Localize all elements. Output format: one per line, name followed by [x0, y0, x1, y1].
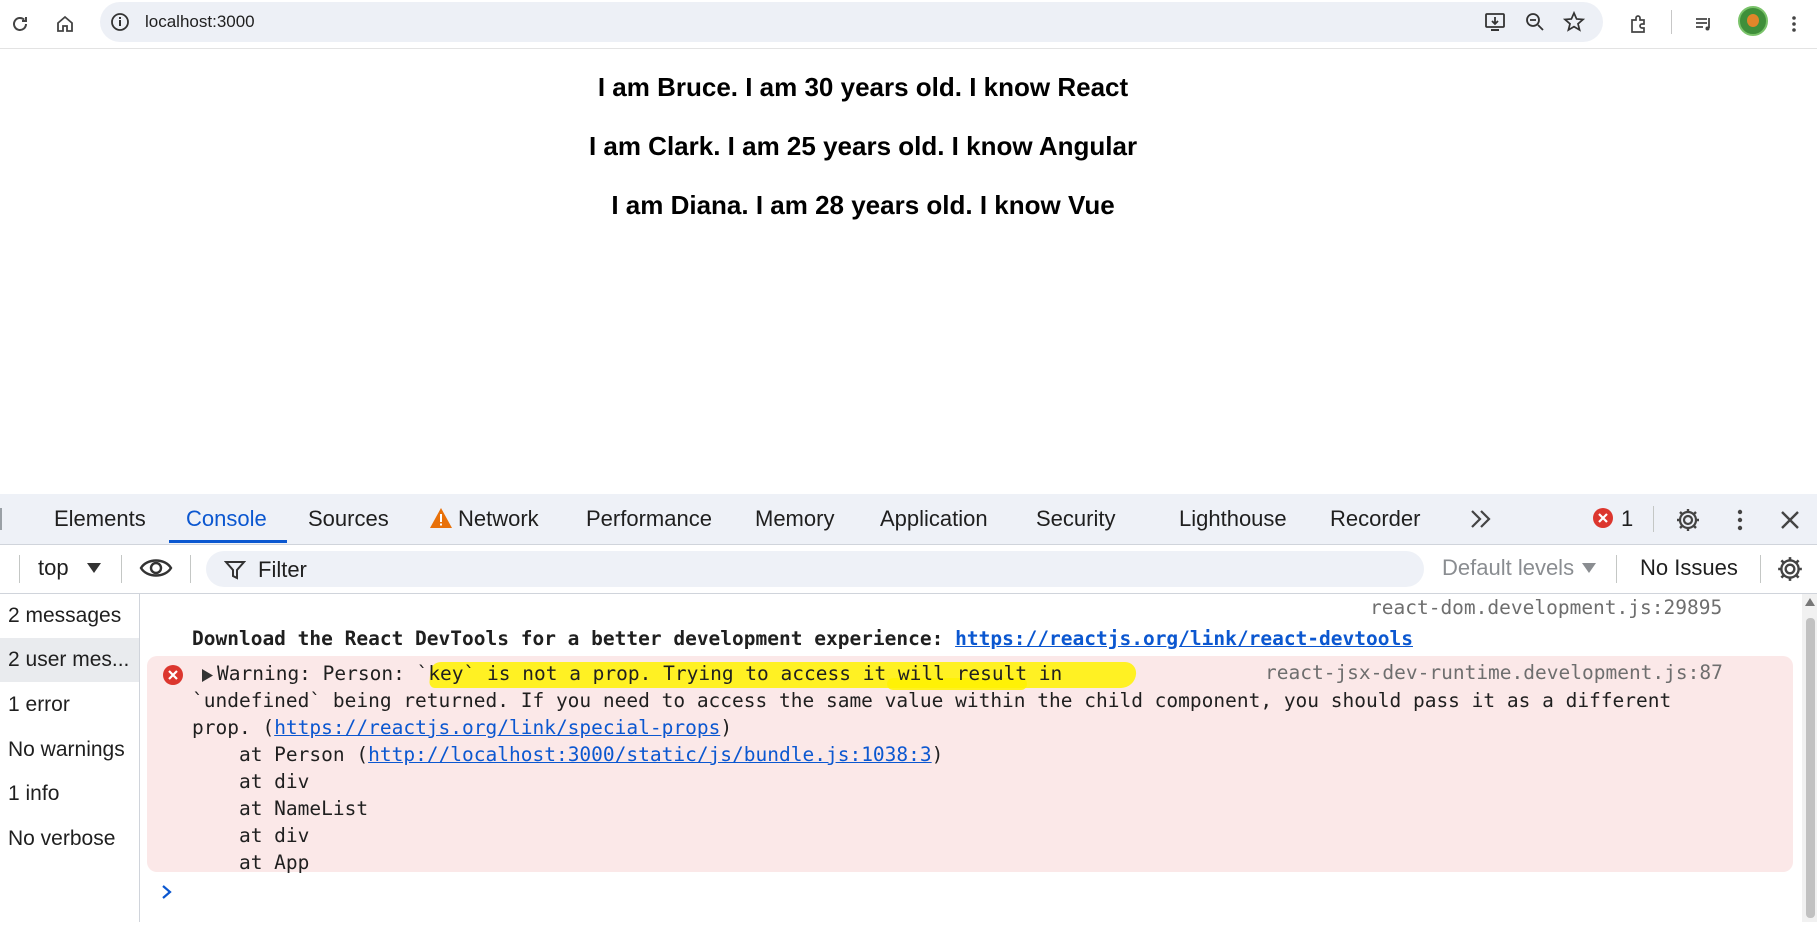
tab-application[interactable]: Application	[880, 494, 988, 544]
context-selector[interactable]: top	[38, 555, 69, 581]
stack-frame: at NameList	[192, 797, 369, 820]
log-source-link[interactable]: react-dom.development.js:29895	[1370, 596, 1722, 619]
stack-frame: at div	[192, 824, 310, 847]
filter-bar-separator	[121, 555, 122, 583]
stack-frame-person: at Person (http://localhost:3000/static/…	[192, 741, 943, 768]
error-line-suffix: )	[720, 716, 733, 739]
tab-performance[interactable]: Performance	[586, 494, 712, 544]
console-filter-bar: top Filter Default levels No Issues	[0, 545, 1817, 594]
error-line: `undefined` being returned. If you need …	[192, 689, 1672, 712]
error-line: Warning: Person: `key` is not a prop. Tr…	[217, 662, 1063, 685]
home-icon[interactable]	[49, 8, 81, 40]
sidebar-item-messages[interactable]: 2 messages	[0, 594, 139, 638]
sidebar-item-info[interactable]: 1 info	[0, 772, 139, 816]
menu-kebab-icon[interactable]	[1778, 8, 1810, 40]
log-levels-dropdown[interactable]: Default levels	[1442, 555, 1574, 581]
person-line-diana: I am Diana. I am 28 years old. I know Vu…	[611, 190, 1115, 220]
issues-counter[interactable]: No Issues	[1640, 555, 1738, 581]
special-props-link[interactable]: https://reactjs.org/link/special-props	[274, 716, 720, 739]
log-message-text: Download the React DevTools for a better…	[192, 627, 956, 650]
live-expression-eye-icon[interactable]	[139, 554, 173, 582]
network-warning-icon	[430, 508, 452, 528]
filter-bar-separator	[1616, 555, 1617, 583]
devtools-tab-bar: Elements Console Sources Network Perform…	[0, 494, 1817, 545]
person-line-bruce: I am Bruce. I am 30 years old. I know Re…	[597, 72, 1129, 102]
bundle-js-link[interactable]: http://localhost:3000/static/js/bundle.j…	[368, 743, 932, 766]
person-line-clark: I am Clark. I am 25 years old. I know An…	[588, 131, 1138, 161]
tab-security[interactable]: Security	[1036, 494, 1115, 544]
zoom-icon[interactable]	[1524, 11, 1546, 33]
toolbar-separator	[1671, 10, 1672, 34]
tab-lighthouse[interactable]: Lighthouse	[1179, 494, 1287, 544]
devtools-panel: Elements Console Sources Network Perform…	[0, 494, 1817, 922]
sidebar-item-verbose[interactable]: No verbose	[0, 817, 139, 861]
filter-input[interactable]: Filter	[206, 551, 1424, 587]
close-devtools-icon[interactable]	[1777, 507, 1803, 533]
dock-edge[interactable]	[0, 508, 2, 530]
customize-kebab-icon[interactable]	[1727, 507, 1753, 533]
error-text: Warning: Person: `key` is not a prop. Tr…	[147, 656, 1793, 926]
context-dropdown-icon[interactable]	[87, 563, 101, 573]
sidebar-item-user-messages[interactable]: 2 user mes...	[0, 638, 139, 682]
console-output: react-dom.development.js:29895 Download …	[140, 594, 1800, 922]
stack-frame-prefix: at Person (	[192, 743, 369, 766]
sidebar-item-errors[interactable]: 1 error	[0, 683, 139, 727]
active-tab-indicator	[169, 540, 287, 543]
tab-network[interactable]: Network	[458, 494, 539, 544]
more-tabs-chevron-icon[interactable]	[1468, 507, 1494, 531]
browser-toolbar: localhost:3000	[0, 0, 1817, 49]
media-controls-icon[interactable]	[1688, 8, 1720, 40]
tab-console[interactable]: Console	[186, 494, 267, 544]
tab-memory[interactable]: Memory	[755, 494, 834, 544]
filter-bar-separator	[1760, 555, 1761, 583]
reload-icon[interactable]	[4, 8, 36, 40]
console-sidebar: 2 messages 2 user mes... 1 error No warn…	[0, 594, 140, 922]
error-count-icon[interactable]	[1592, 507, 1614, 529]
console-prompt-chevron-icon[interactable]	[160, 883, 174, 901]
devtools-link[interactable]: https://reactjs.org/link/react-devtools	[955, 627, 1413, 650]
tab-sources[interactable]: Sources	[308, 494, 389, 544]
profile-avatar[interactable]	[1738, 6, 1768, 36]
console-scrollbar-thumb[interactable]	[1806, 618, 1815, 918]
error-count[interactable]: 1	[1621, 506, 1633, 532]
extensions-icon[interactable]	[1622, 8, 1654, 40]
scroll-up-arrow-icon[interactable]	[1805, 598, 1815, 606]
stack-frame: at App	[192, 851, 310, 874]
error-line-prefix: prop. (	[192, 716, 275, 739]
levels-dropdown-icon[interactable]	[1582, 563, 1596, 573]
tab-recorder[interactable]: Recorder	[1330, 494, 1420, 544]
url-text[interactable]: localhost:3000	[145, 12, 255, 32]
filter-bar-separator	[190, 555, 191, 583]
stack-frame-suffix: )	[931, 743, 944, 766]
filter-bar-separator	[19, 555, 20, 583]
console-error-message: react-jsx-dev-runtime.development.js:87 …	[147, 656, 1793, 874]
sidebar-item-warnings[interactable]: No warnings	[0, 728, 139, 772]
address-bar[interactable]: localhost:3000	[100, 2, 1603, 42]
install-app-icon[interactable]	[1484, 11, 1506, 33]
tab-bar-separator	[1653, 506, 1654, 532]
stack-frame: at div	[192, 770, 310, 793]
error-line: prop. (https://reactjs.org/link/special-…	[192, 714, 732, 741]
log-message-devtools: Download the React DevTools for a better…	[192, 627, 1413, 650]
bookmark-star-icon[interactable]	[1563, 11, 1585, 33]
filter-placeholder[interactable]: Filter	[258, 557, 307, 583]
filter-funnel-icon	[224, 561, 246, 580]
console-settings-gear-icon[interactable]	[1776, 555, 1804, 583]
tab-elements[interactable]: Elements	[54, 494, 146, 544]
info-icon[interactable]	[110, 12, 130, 32]
settings-gear-icon[interactable]	[1675, 507, 1701, 533]
